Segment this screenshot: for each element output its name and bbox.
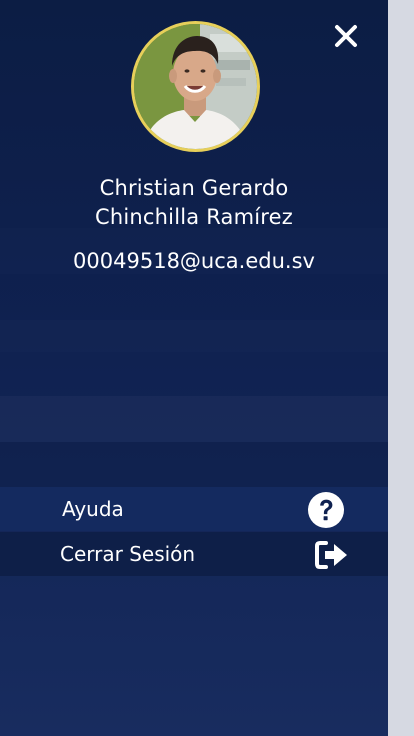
close-icon xyxy=(335,25,357,47)
background-scrim[interactable] xyxy=(388,0,414,736)
sign-out-icon xyxy=(313,536,351,574)
profile-photo xyxy=(134,24,257,149)
drawer-band xyxy=(0,442,388,487)
question-circle-icon xyxy=(307,491,345,529)
profile-name-line1: Christian Gerardo xyxy=(99,176,289,200)
drawer-band xyxy=(0,396,388,442)
profile-email: 00049518@uca.edu.sv xyxy=(73,249,315,273)
menu-item-help-label: Ayuda xyxy=(62,497,124,521)
close-button[interactable] xyxy=(326,16,366,56)
profile-name-line2: Chinchilla Ramírez xyxy=(94,205,294,229)
menu-item-logout[interactable]: Cerrar Sesión xyxy=(0,532,388,576)
menu-item-logout-label: Cerrar Sesión xyxy=(60,542,196,566)
navigation-drawer: Christian Gerardo Chinchilla Ramírez 000… xyxy=(0,0,388,736)
drawer-band xyxy=(0,320,388,352)
menu-item-help[interactable]: Ayuda xyxy=(0,487,388,531)
avatar xyxy=(131,21,260,152)
profile-name: Christian Gerardo Chinchilla Ramírez xyxy=(0,174,388,232)
